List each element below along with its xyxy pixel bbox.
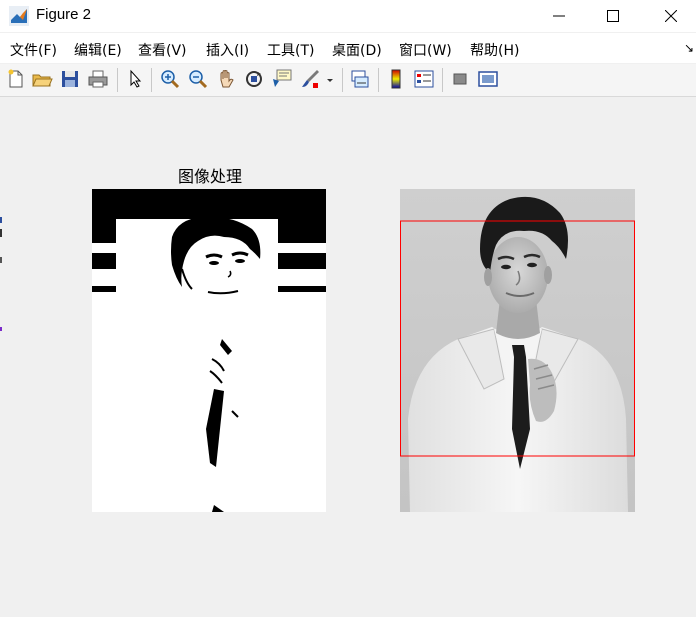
window-title: Figure 2 xyxy=(36,6,92,23)
pan-hand-icon[interactable] xyxy=(215,68,237,90)
select-arrow-icon[interactable] xyxy=(125,68,147,90)
open-file-icon[interactable] xyxy=(31,68,53,90)
menu-desktop[interactable]: 桌面(D) xyxy=(332,40,382,60)
toolbar-separator xyxy=(117,68,118,92)
close-button[interactable] xyxy=(648,0,694,32)
toolbar-separator xyxy=(151,68,152,92)
menu-overflow-icon[interactable]: ↘ xyxy=(684,41,694,55)
zoom-in-icon[interactable] xyxy=(159,68,181,90)
hide-plot-tools-icon[interactable] xyxy=(449,68,471,90)
grayscale-image-axes[interactable] xyxy=(400,189,635,512)
title-bar[interactable]: Figure 2 xyxy=(0,0,696,32)
print-icon[interactable] xyxy=(87,68,109,90)
save-icon[interactable] xyxy=(59,68,81,90)
minimize-button[interactable] xyxy=(536,0,582,32)
figure-toolbar xyxy=(0,64,696,97)
toolbar-separator xyxy=(342,68,343,92)
menu-bar: 文件(F) 编辑(E) 查看(V) 插入(I) 工具(T) 桌面(D) 窗口(W… xyxy=(0,33,696,63)
menu-insert[interactable]: 插入(I) xyxy=(206,40,249,60)
edge-artifacts xyxy=(0,207,3,413)
maximize-button[interactable] xyxy=(590,0,636,32)
matlab-icon xyxy=(9,6,29,26)
grayscale-portrait-image xyxy=(400,189,635,512)
legend-icon[interactable] xyxy=(413,68,435,90)
minimize-icon xyxy=(553,15,565,17)
menu-file[interactable]: 文件(F) xyxy=(10,40,57,60)
menu-window[interactable]: 窗口(W) xyxy=(399,40,452,60)
toolbar-separator xyxy=(442,68,443,92)
figure-canvas: 图像处理 xyxy=(0,97,696,617)
close-icon xyxy=(665,10,677,22)
brush-dropdown-icon[interactable] xyxy=(323,68,337,90)
maximize-icon xyxy=(607,10,619,22)
brush-icon[interactable] xyxy=(299,68,321,90)
new-figure-icon[interactable] xyxy=(5,68,27,90)
menu-help[interactable]: 帮助(H) xyxy=(470,40,519,60)
rotate-3d-icon[interactable] xyxy=(243,68,265,90)
menu-view[interactable]: 查看(V) xyxy=(138,40,187,60)
left-axes-title: 图像处理 xyxy=(177,167,242,186)
menu-tools[interactable]: 工具(T) xyxy=(267,40,314,60)
binary-portrait-image xyxy=(92,189,326,512)
link-plot-icon[interactable] xyxy=(349,68,371,90)
show-plot-tools-icon[interactable] xyxy=(477,68,499,90)
zoom-out-icon[interactable] xyxy=(187,68,209,90)
menu-edit[interactable]: 编辑(E) xyxy=(74,40,122,60)
data-cursor-icon[interactable] xyxy=(271,68,293,90)
toolbar-separator xyxy=(378,68,379,92)
binary-image-axes[interactable] xyxy=(92,189,326,512)
colorbar-icon[interactable] xyxy=(385,68,407,90)
